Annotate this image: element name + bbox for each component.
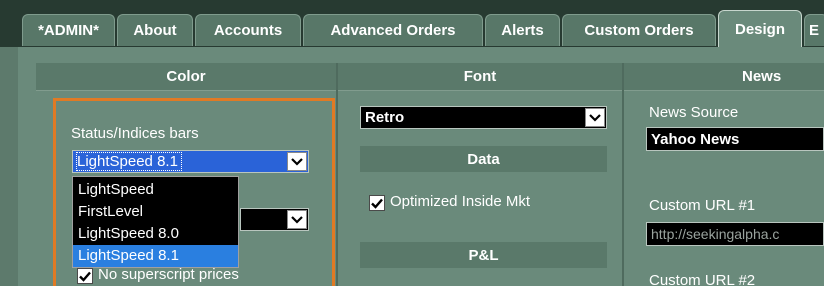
news-source-field[interactable]: Yahoo News [646, 127, 824, 151]
tab-e[interactable]: E [804, 14, 824, 46]
chevron-down-icon[interactable] [287, 210, 307, 229]
tab-label: Design [734, 21, 785, 38]
dropdown-option[interactable]: LightSpeed 8.0 [73, 223, 238, 245]
font-heading: Font [463, 68, 497, 85]
column-divider [336, 63, 338, 286]
news-source-label: News Source [649, 104, 739, 121]
font-value: Retro [365, 109, 405, 126]
custom-url-1-field[interactable] [646, 222, 824, 246]
pl-heading: P&L [468, 246, 499, 264]
status-bars-dropdown-list: LightSpeed FirstLevel LightSpeed 8.0 Lig… [72, 176, 239, 268]
chevron-down-icon[interactable] [287, 152, 307, 171]
news-heading: News [742, 68, 782, 85]
tab-about[interactable]: About [117, 14, 193, 46]
tab-label: Advanced Orders [330, 22, 456, 39]
data-heading: Data [467, 150, 500, 168]
dropdown-option[interactable]: FirstLevel [73, 201, 238, 223]
custom-url-2-label: Custom URL #2 [649, 272, 756, 286]
font-select[interactable]: Retro [360, 106, 607, 129]
tab-design[interactable]: Design [718, 10, 802, 48]
tab-label: Alerts [501, 22, 544, 39]
superscript-label: No superscript prices [98, 266, 239, 283]
chevron-down-icon[interactable] [585, 108, 605, 127]
dropdown-option-selected[interactable]: LightSpeed 8.1 [73, 245, 238, 267]
status-bars-label: Status/Indices bars [71, 125, 199, 142]
custom-url-1-label: Custom URL #1 [649, 197, 756, 214]
superscript-checkbox[interactable] [77, 268, 93, 284]
tab-advanced-orders[interactable]: Advanced Orders [303, 14, 483, 46]
news-source-value: Yahoo News [651, 131, 740, 148]
tab-label: Custom Orders [584, 22, 694, 39]
font-column-header: Font [338, 63, 622, 91]
optimized-label: Optimized Inside Mkt [390, 193, 531, 210]
dropdown-option[interactable]: LightSpeed [73, 179, 238, 201]
second-color-select[interactable] [240, 208, 309, 231]
tab-accounts[interactable]: Accounts [195, 14, 301, 46]
column-divider [622, 63, 624, 286]
color-column-header: Color [36, 63, 336, 91]
optimized-checkbox[interactable] [369, 195, 385, 211]
tab-custom-orders[interactable]: Custom Orders [562, 14, 716, 46]
news-column-header: News [624, 63, 824, 91]
tab-label: E [809, 22, 820, 39]
tab-admin[interactable]: *ADMIN* [22, 14, 115, 46]
tab-alerts[interactable]: Alerts [485, 14, 560, 46]
tab-label: *ADMIN* [38, 22, 99, 39]
status-bars-value: LightSpeed 8.1 [76, 152, 182, 171]
tab-label: About [133, 22, 177, 39]
pl-subheading: P&L [360, 242, 607, 268]
tab-label: Accounts [213, 22, 283, 39]
status-bars-select[interactable]: LightSpeed 8.1 [72, 150, 309, 173]
custom-url-1-input[interactable] [647, 223, 823, 245]
color-heading: Color [166, 68, 206, 85]
data-subheading: Data [360, 146, 607, 172]
